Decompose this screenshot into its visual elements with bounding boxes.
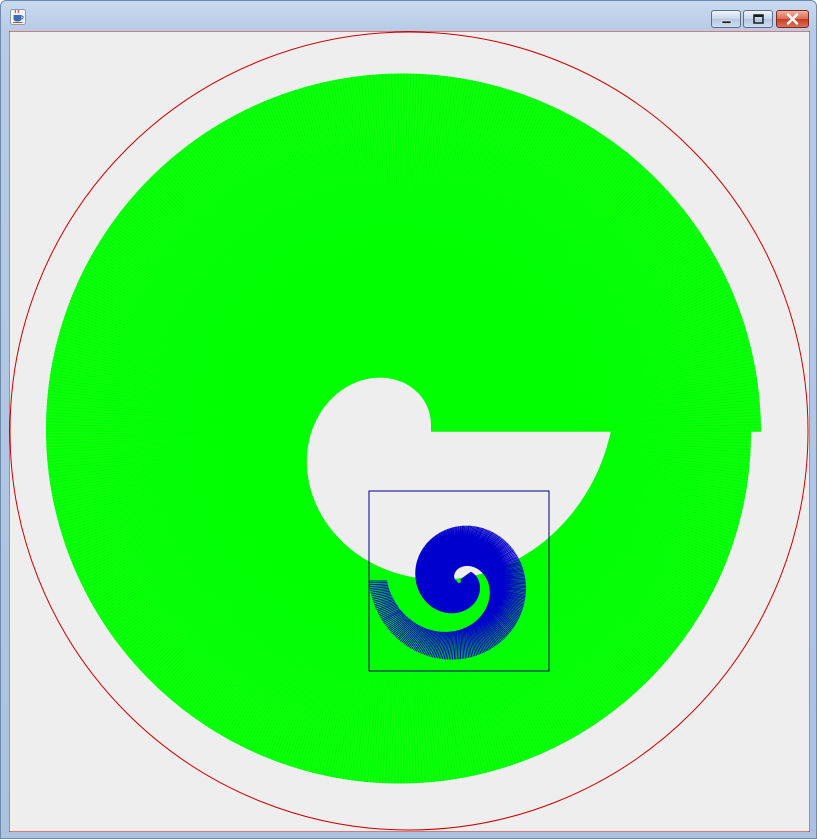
spiral-canvas	[9, 31, 810, 832]
close-icon	[786, 13, 799, 25]
close-button[interactable]	[776, 10, 809, 28]
minimize-button[interactable]	[711, 10, 741, 28]
drawing-panel	[9, 31, 810, 832]
app-window	[0, 0, 817, 839]
title-bar[interactable]	[1, 1, 816, 31]
maximize-button[interactable]	[743, 10, 773, 28]
large-green-spiral	[45, 73, 762, 784]
maximize-icon	[753, 14, 764, 24]
java-coffee-cup-icon[interactable]	[10, 9, 26, 25]
minimize-icon	[721, 20, 732, 24]
